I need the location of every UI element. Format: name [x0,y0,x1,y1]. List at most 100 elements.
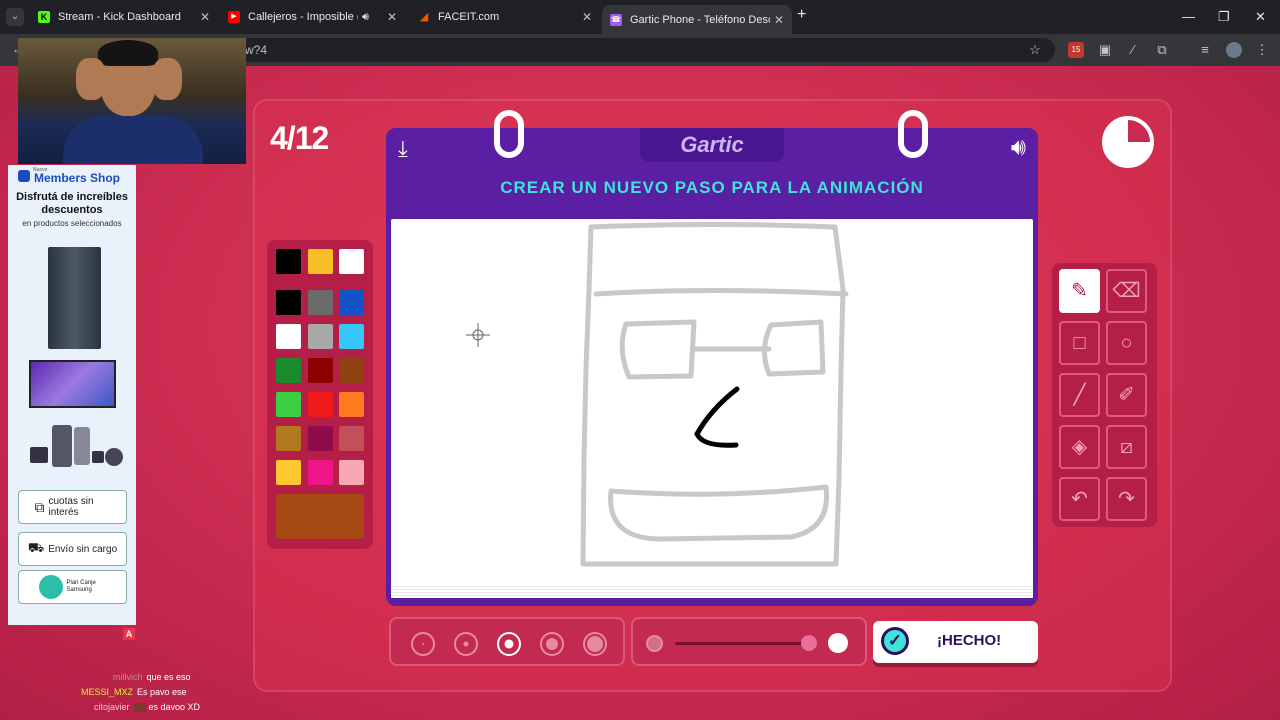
done-label: ¡HECHO! [937,632,1002,649]
brush-size-1[interactable] [411,632,435,656]
truck-icon: ⛟ [27,540,45,555]
url-text: w?4 [245,43,268,57]
color-swatch[interactable] [276,460,301,485]
ad-cuotas-label: cuotas sin interés [48,496,94,518]
tab-gartic-phone[interactable]: ☎ Gartic Phone - Teléfono Descor ✕ [602,5,792,34]
faceit-icon: ◢ [419,11,429,23]
color-swatch[interactable] [339,324,364,349]
profile-avatar[interactable] [1226,42,1242,58]
members-shop-icon [18,170,30,182]
color-swatch[interactable] [276,392,301,417]
pencil-icon[interactable]: ✎ [1059,269,1100,313]
opacity-slider-track[interactable] [675,642,813,645]
selected-color-swatch[interactable] [276,494,364,539]
color-swatch[interactable] [308,249,333,274]
tab-title: Gartic Phone - Teléfono Descor [630,13,770,26]
color-swatch[interactable] [308,324,333,349]
color-swatch[interactable] [339,392,364,417]
canje-icon [38,575,63,599]
ellipse-icon[interactable]: ○ [1106,321,1147,365]
color-swatch[interactable] [339,290,364,315]
color-swatch[interactable] [308,290,333,315]
color-swatch[interactable] [339,249,364,274]
book-ring [898,110,928,158]
chat-emote [133,703,146,713]
color-swatch[interactable] [276,324,301,349]
tab-faceit[interactable]: ◢ FACEIT.com ✕ [410,5,600,29]
ad-cuotas-button[interactable]: ⧉ cuotas sin interés [18,490,127,524]
brush-size-3[interactable] [497,632,521,656]
drawing-canvas[interactable] [391,219,1033,587]
ad-canje-button[interactable]: Plan Canje Samsung [18,570,127,604]
chat-message: Es pavo ese [137,687,187,697]
brush-size-2[interactable] [454,632,478,656]
ad-envio-button[interactable]: ⛟ Envío sin cargo [18,532,127,566]
chat-line: citojavier es davoo XD [94,702,201,713]
color-swatch[interactable] [308,460,333,485]
eraser-icon[interactable]: ⌫ [1106,269,1147,313]
close-tab-icon[interactable]: ✕ [387,10,397,24]
tab-callejeros[interactable]: ▶ Callejeros - Imposible (En V 🔊︎ ✕ [220,5,405,29]
puzzle-icon[interactable]: ⧉ [1154,42,1170,58]
webcam-overlay [18,38,246,164]
drawing-strokes [466,222,849,567]
extension-icon[interactable]: ⁄ [1125,42,1141,58]
opacity-slider-handle[interactable] [801,635,817,651]
color-swatch[interactable] [308,358,333,383]
tab-title: Stream - Kick Dashboard [58,11,181,23]
speaker-icon[interactable]: 🔊︎ [362,11,369,24]
color-swatch[interactable] [276,426,301,451]
check-icon: ✓ [881,627,909,655]
tool-panel: ✎ ⌫ □ ○ ╱ ✐ ◈ ⧄ ↶ ↷ [1052,263,1157,527]
volume-icon[interactable]: 🔊︎ [1011,134,1026,162]
extension-icon[interactable]: ▣ [1097,42,1113,58]
rectangle-icon[interactable]: □ [1059,321,1100,365]
brush-size-4[interactable] [540,632,564,656]
color-swatch[interactable] [308,392,333,417]
undo-icon[interactable]: ↶ [1059,477,1100,521]
new-tab-icon[interactable]: + [797,6,806,24]
color-swatch[interactable] [339,426,364,451]
close-window-icon[interactable]: ✕ [1255,9,1266,25]
card-icon: ⧉ [34,498,45,515]
ad-canje-label: Plan Canje Samsung [66,580,96,593]
opacity-low-icon [646,635,663,652]
color-swatch[interactable] [276,249,301,274]
line-icon[interactable]: ╱ [1059,373,1100,417]
bookmark-star-icon[interactable]: ☆ [1027,42,1043,58]
media-icon[interactable]: ≡ [1197,42,1213,58]
close-tab-icon[interactable]: ✕ [582,10,592,24]
chat-line: millvich que es eso [113,672,191,682]
drawing-book: Gartic ⤓ 🔊︎ CREAR UN NUEVO PASO PARA LA … [386,110,1038,606]
menu-icon[interactable]: ⋮ [1254,42,1270,58]
brush-size-5[interactable] [583,632,607,656]
fill-icon[interactable]: ◈ [1059,425,1100,469]
done-button[interactable]: ✓ ¡HECHO! [873,621,1038,663]
tab-search-dropdown[interactable]: ⌄ [6,8,24,26]
tab-kick-dashboard[interactable]: K Stream - Kick Dashboard ✕ [30,5,218,29]
redo-icon[interactable]: ↷ [1106,477,1147,521]
color-swatch[interactable] [339,460,364,485]
chat-line: MESSI_MXZ Es pavo ese [81,687,187,697]
chat-message: que es eso [146,672,191,682]
color-swatch[interactable] [276,358,301,383]
color-swatch[interactable] [339,358,364,383]
color-swatch[interactable] [276,290,301,315]
minimize-icon[interactable]: — [1182,9,1195,24]
download-icon[interactable]: ⤓ [398,136,408,162]
restore-icon[interactable]: ❐ [1218,9,1230,25]
color-swatch[interactable] [308,426,333,451]
ad-choices-icon[interactable]: A [123,628,135,640]
youtube-icon: ▶ [228,11,240,23]
extension-badge-icon[interactable]: 15 [1068,42,1084,58]
chat-username: citojavier [94,702,130,712]
chat-username: MESSI_MXZ [81,687,134,697]
book-page-edges [391,584,1033,598]
close-tab-icon[interactable]: ✕ [200,10,210,24]
ad-banner[interactable]: Nuevo Members Shop Disfrutá de increíble… [8,165,136,625]
close-tab-icon[interactable]: ✕ [774,13,784,27]
kick-icon: K [38,11,50,23]
eyedropper-icon[interactable]: ✐ [1106,373,1147,417]
chat-message: es davoo XD [148,702,201,712]
clear-icon[interactable]: ⧄ [1106,425,1147,469]
